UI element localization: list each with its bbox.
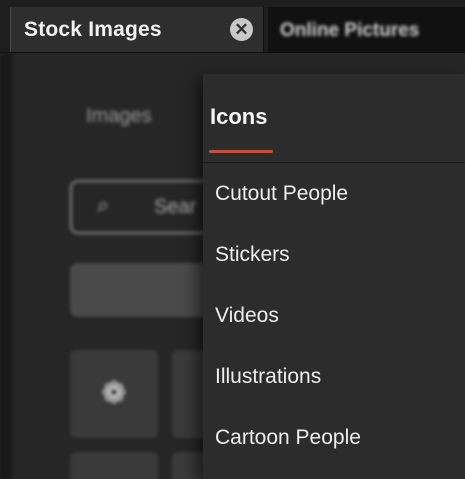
image-tile[interactable]: ❁: [70, 350, 158, 438]
left-edge: [0, 53, 12, 479]
menu-item-stickers[interactable]: Stickers: [215, 243, 290, 267]
category-menu: Icons Cutout People Stickers Videos Illu…: [203, 74, 465, 479]
tab-stock-images-label: Stock Images: [24, 18, 162, 41]
tab-bar: Stock Images ✕ Online Pictures: [0, 0, 465, 53]
sticker-icon: ❁: [101, 377, 127, 410]
stock-images-dialog: Stock Images ✕ Online Pictures Images ⌕ …: [0, 0, 465, 479]
tab-images[interactable]: Images: [86, 105, 152, 128]
image-tile[interactable]: [70, 452, 158, 479]
menu-header: Icons: [203, 74, 465, 163]
menu-item-cartoon-people[interactable]: Cartoon People: [215, 426, 361, 450]
close-icon[interactable]: ✕: [230, 18, 253, 41]
search-placeholder: Sear: [154, 196, 197, 218]
tab-online-pictures-label: Online Pictures: [280, 20, 420, 41]
menu-item-icons[interactable]: Icons: [210, 104, 267, 130]
search-icon: ⌕: [97, 192, 110, 217]
menu-item-illustrations[interactable]: Illustrations: [215, 365, 321, 389]
menu-item-videos[interactable]: Videos: [215, 304, 279, 328]
active-indicator: [209, 150, 273, 153]
tab-stock-images[interactable]: Stock Images ✕: [10, 7, 264, 52]
tab-online-pictures[interactable]: Online Pictures: [268, 7, 465, 52]
menu-item-cutout-people[interactable]: Cutout People: [215, 182, 348, 206]
